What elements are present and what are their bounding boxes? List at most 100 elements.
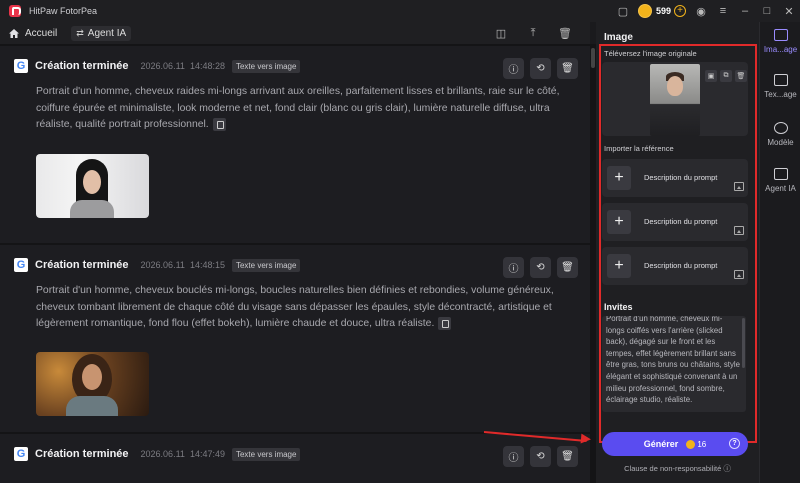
import-reference-label: Importer la référence <box>604 144 674 153</box>
card-actions: ⓘ ⟲ 🗑 <box>503 446 578 467</box>
app-title: HitPaw FotorPea <box>29 6 98 16</box>
home-icon <box>9 28 19 38</box>
nav-label: Modèle <box>767 138 794 147</box>
history-feed: G Création terminée 2026.06.11 14:48:28 … <box>0 44 596 483</box>
nav-text-to-image[interactable]: Tex...age <box>760 74 800 99</box>
card-date: 2026.06.11 14:47:49 <box>140 449 225 459</box>
generate-label: Générer <box>643 439 679 449</box>
regenerate-icon[interactable]: ⟲ <box>530 257 551 278</box>
agent-ia-button[interactable]: ⇄ Agent IA <box>71 25 132 41</box>
card-date: 2026.06.11 14:48:15 <box>140 260 225 270</box>
delete-image-icon[interactable]: 🗑 <box>735 70 747 82</box>
card-actions: ⓘ ⟲ 🗑 <box>503 58 578 79</box>
upload-tools: ▣ ⧉ 🗑 <box>705 70 747 82</box>
side-nav: Ima...age Tex...age Modèle Agent IA <box>759 22 800 483</box>
disclaimer-link[interactable]: Clause de non-responsabilité ⓘ <box>596 463 759 474</box>
copy-icon[interactable] <box>438 316 452 330</box>
export-icon[interactable]: ⤒ <box>522 24 544 42</box>
history-card: G Création terminée 2026.06.11 14:48:28 … <box>0 46 590 243</box>
reference-slot-label: Description du prompt <box>644 217 718 226</box>
upload-label: Téléversez l'image originale <box>604 49 697 58</box>
coin-balance[interactable]: 599 + <box>637 3 686 19</box>
card-header: G Création terminée 2026.06.11 14:48:15 … <box>14 258 301 272</box>
nav-model[interactable]: Modèle <box>760 122 800 147</box>
delete-icon[interactable]: 🗑 <box>557 257 578 278</box>
reference-slot-label: Description du prompt <box>644 261 718 270</box>
image-icon <box>734 270 744 279</box>
crop-icon[interactable]: ⧉ <box>720 70 732 82</box>
nav-image-to-image[interactable]: Ima...age <box>760 29 800 54</box>
info-icon[interactable]: ⓘ <box>503 257 524 278</box>
result-thumbnail[interactable] <box>36 154 149 218</box>
card-tag: Texte vers image <box>231 59 301 73</box>
nav-label: Agent IA <box>765 184 796 193</box>
close-icon[interactable]: ✕ <box>778 0 800 22</box>
generate-button[interactable]: Générer 16 ? <box>602 432 748 456</box>
coin-count: 599 <box>655 6 671 16</box>
reference-slot[interactable]: + Description du prompt <box>602 203 748 241</box>
card-tag: Texte vers image <box>231 258 301 272</box>
copy-icon[interactable] <box>212 117 226 131</box>
regenerate-icon[interactable]: ⟲ <box>530 446 551 467</box>
nav-agent-ia[interactable]: Agent IA <box>760 168 800 193</box>
card-title: Création terminée <box>35 448 129 460</box>
info-icon[interactable]: ⓘ <box>503 58 524 79</box>
info-icon[interactable]: ⓘ <box>503 446 524 467</box>
card-header: G Création terminée 2026.06.11 14:47:49 … <box>14 447 301 461</box>
prompt-textarea[interactable]: Portrait d'un homme, cheveux mi-longs co… <box>602 316 746 412</box>
app-logo-icon <box>9 5 21 17</box>
add-reference-icon[interactable]: + <box>607 254 631 278</box>
home-label: Accueil <box>25 27 58 39</box>
menu-icon[interactable]: ≡ <box>712 0 734 22</box>
annotation-arrow-head <box>580 433 592 445</box>
swap-icon: ⇄ <box>76 27 84 38</box>
generation-panel: Image Téléversez l'image originale ▣ ⧉ 🗑… <box>596 22 759 483</box>
reference-slot[interactable]: + Description du prompt <box>602 159 748 197</box>
coin-icon <box>637 4 652 18</box>
invites-label: Invites <box>604 302 633 312</box>
image-icon <box>734 226 744 235</box>
feed-scrollbar-thumb[interactable] <box>591 48 595 68</box>
prompt-scrollbar[interactable] <box>742 318 745 368</box>
account-icon[interactable]: ◉ <box>690 0 712 22</box>
regenerate-icon[interactable]: ⟲ <box>530 58 551 79</box>
history-card: G Création terminée 2026.06.11 14:48:15 … <box>0 245 590 432</box>
prompt-text: Portrait d'un homme, cheveux mi-longs co… <box>606 316 740 405</box>
trash-icon[interactable]: 🗑 <box>554 24 576 42</box>
nav-label: Tex...age <box>764 90 797 99</box>
delete-icon[interactable]: 🗑 <box>557 58 578 79</box>
home-button[interactable]: Accueil <box>9 28 57 39</box>
reference-slot-label: Description du prompt <box>644 173 718 182</box>
card-tag: Texte vers image <box>231 447 301 461</box>
compare-icon[interactable]: ◫ <box>490 24 512 42</box>
text-image-icon <box>773 74 788 86</box>
toolbar-actions: ◫ ⤒ 🗑 <box>490 22 576 44</box>
agent-icon <box>773 168 788 180</box>
card-title: Création terminée <box>35 259 129 271</box>
generate-cost: 16 <box>697 439 707 449</box>
screenshot-icon[interactable]: ▢ <box>612 0 634 22</box>
toolbar: Accueil ⇄ Agent IA ◫ ⤒ 🗑 <box>0 22 590 44</box>
agent-ia-label: Agent IA <box>87 27 127 39</box>
add-reference-icon[interactable]: + <box>607 166 631 190</box>
minimize-icon[interactable]: – <box>734 0 756 22</box>
result-thumbnail[interactable] <box>36 352 149 416</box>
upload-dropzone[interactable]: ▣ ⧉ 🗑 <box>602 62 748 136</box>
add-coins-icon[interactable]: + <box>674 5 686 17</box>
help-icon[interactable]: ? <box>729 438 740 449</box>
coin-icon <box>686 439 696 449</box>
card-title: Création terminée <box>35 60 129 72</box>
google-icon: G <box>14 447 28 461</box>
delete-icon[interactable]: 🗑 <box>557 446 578 467</box>
replace-image-icon[interactable]: ▣ <box>705 70 717 82</box>
google-icon: G <box>14 59 28 73</box>
reference-slot[interactable]: + Description du prompt <box>602 247 748 285</box>
google-icon: G <box>14 258 28 272</box>
card-date: 2026.06.11 14:48:28 <box>140 61 225 71</box>
card-prompt: Portrait d'un homme, cheveux raides mi-l… <box>36 86 560 131</box>
card-prompt: Portrait d'un homme, cheveux bouclés mi-… <box>36 285 554 330</box>
title-bar: HitPaw FotorPea ▢ 599 + ◉ ≡ – □ ✕ <box>0 0 800 22</box>
maximize-icon[interactable]: □ <box>756 0 778 22</box>
add-reference-icon[interactable]: + <box>607 210 631 234</box>
image-icon <box>773 29 788 41</box>
